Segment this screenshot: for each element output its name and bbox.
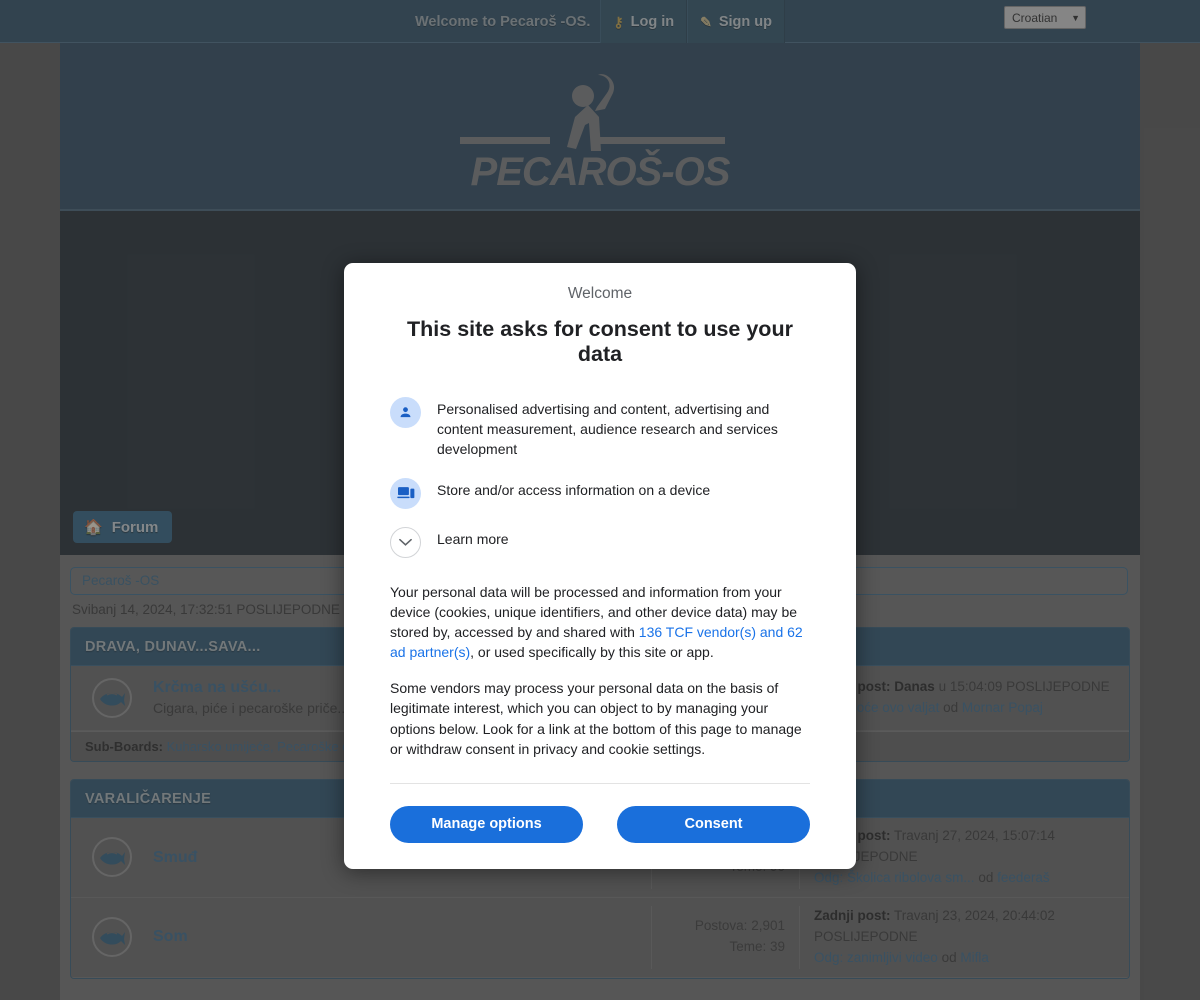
consent-paragraph-1: Your personal data will be processed and… bbox=[390, 570, 810, 679]
consent-welcome: Welcome bbox=[567, 285, 633, 302]
consent-button[interactable]: Consent bbox=[617, 805, 810, 843]
consent-paragraph-1-after: , or used specifically by this site or a… bbox=[470, 644, 714, 661]
consent-title: This site asks for consent to use your d… bbox=[407, 317, 793, 366]
consent-purpose-item: Store and/or access information on a dev… bbox=[390, 472, 810, 521]
chevron-down-icon[interactable] bbox=[390, 526, 421, 558]
consent-purpose-text: Personalised advertising and content, ad… bbox=[437, 401, 778, 457]
devices-icon bbox=[390, 477, 421, 509]
consent-purpose-item: Personalised advertising and content, ad… bbox=[390, 391, 810, 472]
manage-options-button[interactable]: Manage options bbox=[390, 805, 583, 843]
learn-more-row[interactable]: Learn more bbox=[390, 521, 810, 570]
consent-paragraph-2: Some vendors may process your personal d… bbox=[390, 680, 802, 757]
person-icon bbox=[390, 397, 421, 428]
learn-more-label: Learn more bbox=[437, 530, 509, 547]
consent-actions: Manage options Consent bbox=[390, 784, 810, 843]
consent-purpose-text: Store and/or access information on a dev… bbox=[437, 481, 711, 498]
consent-dialog: Welcome This site asks for consent to us… bbox=[344, 263, 856, 869]
